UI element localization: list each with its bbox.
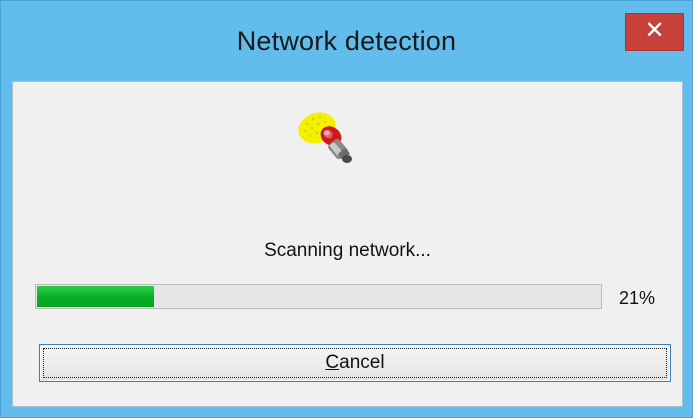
dialog-content: Scanning network... 21% Cancel: [12, 81, 683, 407]
network-scan-icon: [298, 112, 352, 163]
window-title: Network detection: [236, 26, 457, 56]
progress-fill: [37, 286, 154, 307]
cancel-button-focus-ring: Cancel: [43, 348, 667, 378]
cancel-button[interactable]: Cancel: [39, 344, 671, 382]
progress-bar: [35, 284, 602, 309]
cancel-mnemonic: C: [325, 352, 340, 373]
dialog-window: Network detection ✕ Scanning network... …: [0, 0, 693, 418]
close-button[interactable]: ✕: [625, 13, 684, 51]
progress-percent: 21%: [619, 288, 656, 308]
status-text: Scanning network...: [264, 240, 431, 261]
cancel-label: ancel: [339, 352, 385, 373]
close-icon: ✕: [644, 17, 665, 44]
title-bar[interactable]: Network detection ✕: [1, 1, 692, 81]
